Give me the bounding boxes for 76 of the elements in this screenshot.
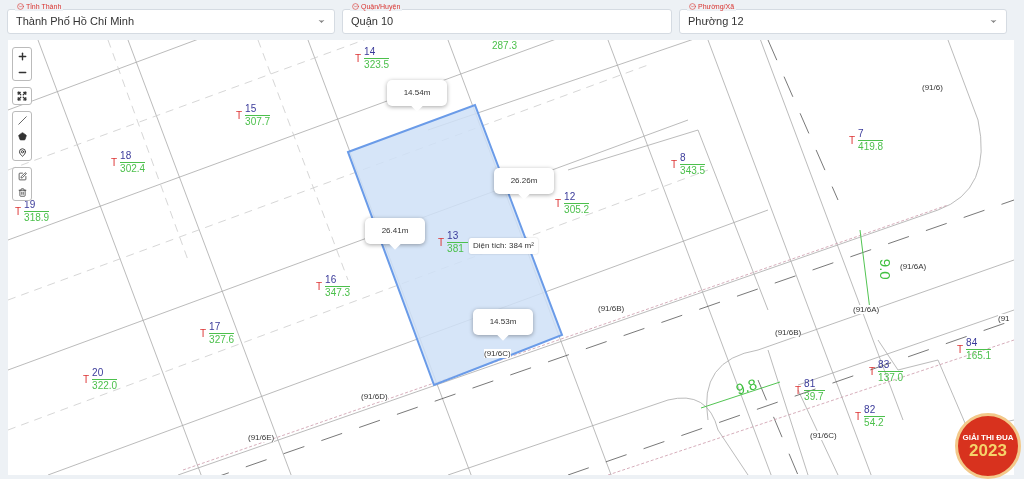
- fullscreen-icon: [17, 91, 27, 101]
- sheet-label: T: [438, 236, 445, 250]
- sheet-label: T: [200, 327, 207, 341]
- sheet-label: T: [111, 156, 118, 170]
- parcel-area: 307.7: [245, 116, 271, 128]
- road-code: (91/6A): [853, 305, 880, 314]
- select-field[interactable]: Thành Phố Hồ Chí Minh: [7, 9, 335, 34]
- parcel-area: 54.2: [864, 417, 886, 429]
- sheet-label: T: [849, 134, 856, 148]
- parcel-area: 318.9: [24, 212, 50, 224]
- plus-icon: [16, 50, 28, 62]
- sheet-label: T: [355, 52, 362, 66]
- parcel-number: 7: [858, 128, 884, 141]
- parcel-area: 39.7: [804, 391, 826, 403]
- road-code: (91/6E): [248, 433, 275, 442]
- field-value: Phường 12: [688, 14, 744, 30]
- pin-icon: [17, 147, 27, 157]
- parcel-area: 322.0: [92, 380, 118, 392]
- badge-year: 2023: [969, 441, 1007, 460]
- parcel-number: 18: [120, 150, 146, 163]
- road-code: (91: [998, 314, 1010, 323]
- parcel-area: 302.4: [120, 163, 146, 175]
- dimension-label: 9.0: [875, 258, 895, 280]
- parcel-area: 165.1: [966, 350, 992, 362]
- parcel-number: 20: [92, 367, 118, 380]
- road-code: (91/6C): [484, 349, 511, 358]
- dimension-label: 9.8: [733, 374, 760, 400]
- parcel-number: 81: [804, 378, 826, 391]
- badge-text: GIẢI THI ĐUA: [962, 432, 1014, 442]
- chevron-icon: [17, 3, 24, 10]
- sheet-label: T: [236, 109, 243, 123]
- caret-icon: [317, 17, 326, 26]
- sheet-label: T: [869, 365, 876, 379]
- area-popup: Diện tích: 384 m²: [469, 238, 538, 254]
- parcel-area: 137.0: [878, 372, 904, 384]
- parcel-number: 17: [209, 321, 235, 334]
- parcel-number: 14: [364, 46, 390, 59]
- parcel-number: 13: [447, 230, 469, 243]
- parcel-area: 327.6: [209, 334, 235, 346]
- sheet-label: T: [795, 384, 802, 398]
- parcel-number: 16: [325, 274, 351, 287]
- parcel-area: 287.3: [492, 40, 518, 51]
- sheet-label: T: [555, 197, 562, 211]
- line-icon: [17, 115, 27, 125]
- caret-icon: [989, 17, 998, 26]
- parcel-number: 12: [564, 191, 590, 204]
- road-code: (91/6B): [775, 328, 802, 337]
- parcel-area: 305.2: [564, 204, 590, 216]
- road-code: (91/6C): [810, 431, 837, 440]
- edit-icon: [17, 171, 27, 181]
- road-code: (91/6D): [361, 392, 388, 401]
- parcel-area: 347.3: [325, 287, 351, 299]
- parcel-area: 343.5: [680, 165, 706, 177]
- sheet-label: T: [671, 158, 678, 172]
- road-code: (91/6): [922, 83, 943, 92]
- sheet-label: T: [957, 343, 964, 357]
- parcel-number: 84: [966, 337, 992, 350]
- road-code: (91/6B): [598, 304, 625, 313]
- field-value: Quận 10: [351, 14, 394, 30]
- parcel-number: 15: [245, 103, 271, 116]
- field-value: Thành Phố Hồ Chí Minh: [16, 14, 134, 30]
- chevron-icon: [352, 3, 359, 10]
- sheet-label: T: [316, 280, 323, 294]
- chevron-icon: [689, 3, 696, 10]
- sheet-label: T: [855, 410, 862, 424]
- parcel-area: 381: [447, 243, 469, 255]
- sheet-label: T: [83, 373, 90, 387]
- parcel-area: 419.8: [858, 141, 884, 153]
- pentagon-icon: [17, 131, 27, 141]
- parcel-number: 82: [864, 404, 886, 417]
- parcel-number: 8: [680, 152, 706, 165]
- sheet-label: T: [15, 205, 22, 219]
- road-code: (91/6A): [900, 262, 927, 271]
- parcel-number: 83: [878, 359, 904, 372]
- parcel-area: 323.5: [364, 59, 390, 71]
- trash-icon: [17, 187, 27, 197]
